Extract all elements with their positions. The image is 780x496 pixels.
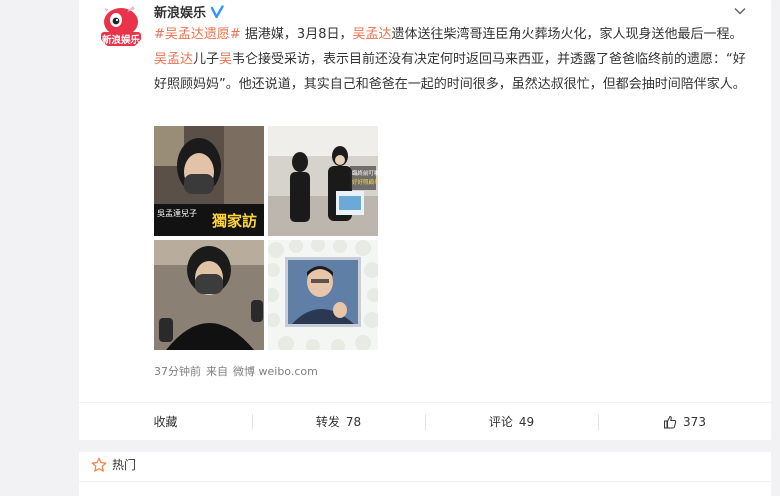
weibo-post-card: 新浪娱乐 新浪娱乐 #吴孟达遗愿# 据港媒，3月8日，吴孟达遗体送往柴湾哥连臣角…	[79, 0, 771, 440]
post-image[interactable]	[268, 240, 378, 350]
comment-button[interactable]: 评论 49	[425, 403, 598, 440]
image-caption: 臨終前叮囑	[352, 169, 378, 177]
post-text: #吴孟达遗愿# 据港媒，3月8日，吴孟达遗体送往柴湾哥连臣角火葬场火化，家人现身…	[154, 22, 749, 97]
favorite-button[interactable]: 收藏	[79, 403, 252, 440]
photo-crowd: 臨終前叮囑 好好照顧母親	[268, 126, 378, 236]
post-source[interactable]: 微博 weibo.com	[233, 363, 318, 379]
like-button[interactable]: 373	[598, 403, 771, 440]
divider	[79, 481, 771, 482]
post-image[interactable]: 吳孟達兒子 獨家訪	[154, 126, 264, 236]
star-icon	[91, 457, 107, 472]
post-image[interactable]: 臨終前叮囑 好好照顧母親	[268, 126, 378, 236]
text-segment: 韦仑接受采访，表示目前还没有决定何时返回马来西亚，并透露了爸爸临终前的遗愿：“好…	[154, 52, 746, 92]
hot-comments-card: 热门	[79, 452, 771, 496]
text-segment: 儿子	[193, 52, 220, 67]
repost-count: 78	[345, 414, 362, 429]
hot-title: 热门	[112, 458, 137, 472]
photo-reporters	[154, 240, 264, 350]
verified-icon	[210, 4, 224, 18]
mention-link[interactable]: 吴孟达	[154, 52, 193, 67]
text-segment: 据港媒，3月8日，	[240, 27, 353, 42]
favorite-label: 收藏	[153, 415, 178, 429]
mention-link[interactable]: 吴	[219, 52, 232, 67]
post-time[interactable]: 37分钟前	[154, 363, 201, 379]
post-meta: 37分钟前 来自 微博 weibo.com	[154, 363, 318, 379]
hot-header[interactable]: 热门	[91, 456, 136, 473]
from-label: 来自	[206, 365, 228, 378]
author-name[interactable]: 新浪娱乐	[154, 2, 206, 21]
photo-interview: 吳孟達兒子 獨家訪	[154, 126, 264, 236]
thumbs-up-icon	[664, 415, 677, 428]
like-count: 373	[683, 414, 706, 429]
action-bar: 收藏 转发 78 评论 49 373	[79, 402, 771, 440]
topic-link[interactable]: #吴孟达遗愿#	[154, 27, 241, 42]
repost-button[interactable]: 转发 78	[252, 403, 425, 440]
author-row: 新浪娱乐	[154, 2, 224, 21]
avatar[interactable]: 新浪娱乐	[97, 2, 145, 50]
image-caption: 好好照顧母親	[352, 178, 378, 186]
comment-label: 评论	[488, 415, 513, 429]
image-caption: 吳孟達兒子	[157, 208, 197, 218]
post-image[interactable]	[154, 240, 264, 350]
image-caption: 獨家訪	[211, 212, 257, 230]
photo-memorial-portrait	[268, 240, 378, 350]
mention-link[interactable]: 吴孟达	[352, 27, 391, 42]
avatar-text: 新浪娱乐	[102, 34, 141, 46]
comment-count: 49	[518, 414, 535, 429]
text-segment: 遗体送往柴湾哥连臣角火葬场火化，家人现身送他最后一程。	[391, 27, 743, 42]
chevron-down-icon[interactable]	[733, 4, 747, 18]
avatar-logo: 新浪娱乐	[97, 2, 145, 50]
image-grid: 吳孟達兒子 獨家訪 臨終前叮囑 好好照顧母親	[154, 126, 382, 354]
repost-label: 转发	[315, 415, 340, 429]
